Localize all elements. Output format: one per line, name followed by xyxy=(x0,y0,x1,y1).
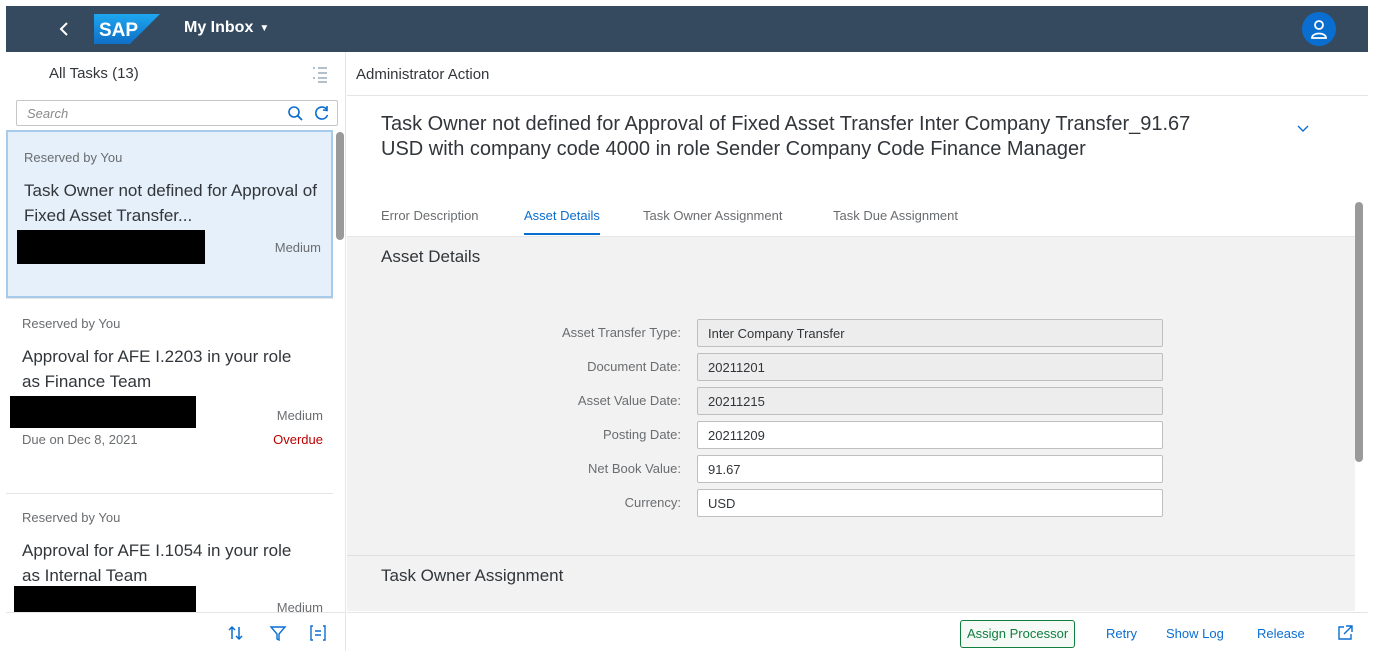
tab-task-due-assignment[interactable]: Task Due Assignment xyxy=(833,208,958,233)
chevron-left-icon xyxy=(59,22,68,36)
object-title: Task Owner not defined for Approval of F… xyxy=(381,113,1191,160)
user-avatar[interactable] xyxy=(1302,12,1336,46)
group-icon[interactable] xyxy=(308,623,328,643)
detail-footer: Assign Processor Retry Show Log Release xyxy=(347,612,1368,651)
task-detail-panel: Administrator Action Task Owner not defi… xyxy=(347,52,1368,651)
priority-label: Medium xyxy=(276,408,323,423)
form-row: Posting Date: 20211209 xyxy=(347,421,1355,449)
detail-scrollbar[interactable] xyxy=(1355,202,1363,462)
task-list-panel: All Tasks (13) Reserved by You Task Owne… xyxy=(6,52,346,651)
reserved-label: Reserved by You xyxy=(24,150,123,165)
task-list-item[interactable]: Reserved by You Task Owner not defined f… xyxy=(6,130,333,298)
due-date: Due on Dec 8, 2021 xyxy=(22,432,138,447)
redacted-block xyxy=(10,396,196,428)
detail-header-title: Administrator Action xyxy=(356,66,490,83)
asset-value-date-field: 20211215 xyxy=(697,387,1163,415)
list-divider xyxy=(6,298,333,299)
filter-icon[interactable] xyxy=(268,623,288,643)
sap-logo-text: SAP xyxy=(99,20,138,41)
task-list-scrollbar[interactable] xyxy=(336,132,344,240)
form-row: Net Book Value: 91.67 xyxy=(347,455,1355,483)
reserved-label: Reserved by You xyxy=(22,316,121,331)
tab-bar: Error Description Asset Details Task Own… xyxy=(381,200,1361,236)
net-book-value-label: Net Book Value: xyxy=(588,461,681,476)
document-date-label: Document Date: xyxy=(587,359,681,374)
form-row: Currency: USD xyxy=(347,489,1355,517)
asset-transfer-type-field: Inter Company Transfer xyxy=(697,319,1163,347)
task-list-item[interactable]: Reserved by You Approval for AFE I.1054 … xyxy=(6,494,333,612)
redacted-block xyxy=(14,586,196,612)
posting-date-field[interactable]: 20211209 xyxy=(697,421,1163,449)
reserved-label: Reserved by You xyxy=(22,510,121,525)
task-list-footer xyxy=(6,612,345,651)
task-title: Approval for AFE I.1054 in your role as … xyxy=(22,541,292,585)
overdue-status: Overdue xyxy=(273,432,323,447)
asset-details-section: Asset Details Asset Transfer Type: Inter… xyxy=(347,237,1355,555)
document-date-field: 20211201 xyxy=(697,353,1163,381)
shell-bar: SAP My Inbox ▼ xyxy=(6,6,1368,52)
tab-task-owner-assignment[interactable]: Task Owner Assignment xyxy=(643,208,782,233)
form-row: Asset Transfer Type: Inter Company Trans… xyxy=(347,319,1355,347)
detail-header: Administrator Action xyxy=(347,52,1368,96)
search-icon[interactable] xyxy=(287,105,305,123)
person-icon xyxy=(1311,20,1327,39)
assign-processor-button[interactable]: Assign Processor xyxy=(960,620,1076,648)
task-list-item[interactable]: Reserved by You Approval for AFE I.2203 … xyxy=(6,300,333,493)
tab-asset-details[interactable]: Asset Details xyxy=(524,208,600,235)
currency-field[interactable]: USD xyxy=(697,489,1163,517)
section-title: Asset Details xyxy=(381,247,481,266)
task-list-header: All Tasks (13) xyxy=(6,52,345,96)
search-field xyxy=(16,100,338,126)
group-list-icon[interactable] xyxy=(310,64,330,84)
section-title: Task Owner Assignment xyxy=(381,566,564,585)
priority-label: Medium xyxy=(274,240,321,255)
posting-date-label: Posting Date: xyxy=(602,427,681,442)
asset-transfer-type-label: Asset Transfer Type: xyxy=(562,325,681,340)
form-row: Document Date: 20211201 xyxy=(347,353,1355,381)
asset-value-date-label: Asset Value Date: xyxy=(577,393,681,408)
search-input[interactable] xyxy=(17,101,271,125)
priority-label: Medium xyxy=(276,600,323,612)
release-button[interactable]: Release xyxy=(1250,620,1312,648)
task-owner-assignment-section: Task Owner Assignment xyxy=(347,555,1355,611)
task-list: Reserved by You Task Owner not defined f… xyxy=(6,130,345,612)
net-book-value-field[interactable]: 91.67 xyxy=(697,455,1163,483)
sap-logo: SAP xyxy=(94,14,160,44)
tab-error-description[interactable]: Error Description xyxy=(381,208,479,233)
caret-down-icon: ▼ xyxy=(259,22,270,34)
back-button[interactable] xyxy=(52,16,78,42)
currency-label: Currency: xyxy=(624,495,681,510)
retry-button[interactable]: Retry xyxy=(1099,620,1144,648)
refresh-icon[interactable] xyxy=(313,104,331,122)
task-title: Approval for AFE I.2203 in your role as … xyxy=(22,347,292,391)
task-title: Task Owner not defined for Approval of F… xyxy=(24,181,317,225)
app-title: My Inbox xyxy=(184,19,254,36)
show-log-button[interactable]: Show Log xyxy=(1159,620,1231,648)
app-title-menu[interactable]: My Inbox ▼ xyxy=(184,19,269,37)
form-row: Asset Value Date: 20211215 xyxy=(347,387,1355,415)
redacted-block xyxy=(17,230,205,264)
chevron-down-icon[interactable] xyxy=(1293,118,1313,138)
task-list-title: All Tasks (13) xyxy=(49,65,139,82)
open-external-icon[interactable] xyxy=(1335,623,1355,643)
sort-icon[interactable] xyxy=(226,623,246,643)
